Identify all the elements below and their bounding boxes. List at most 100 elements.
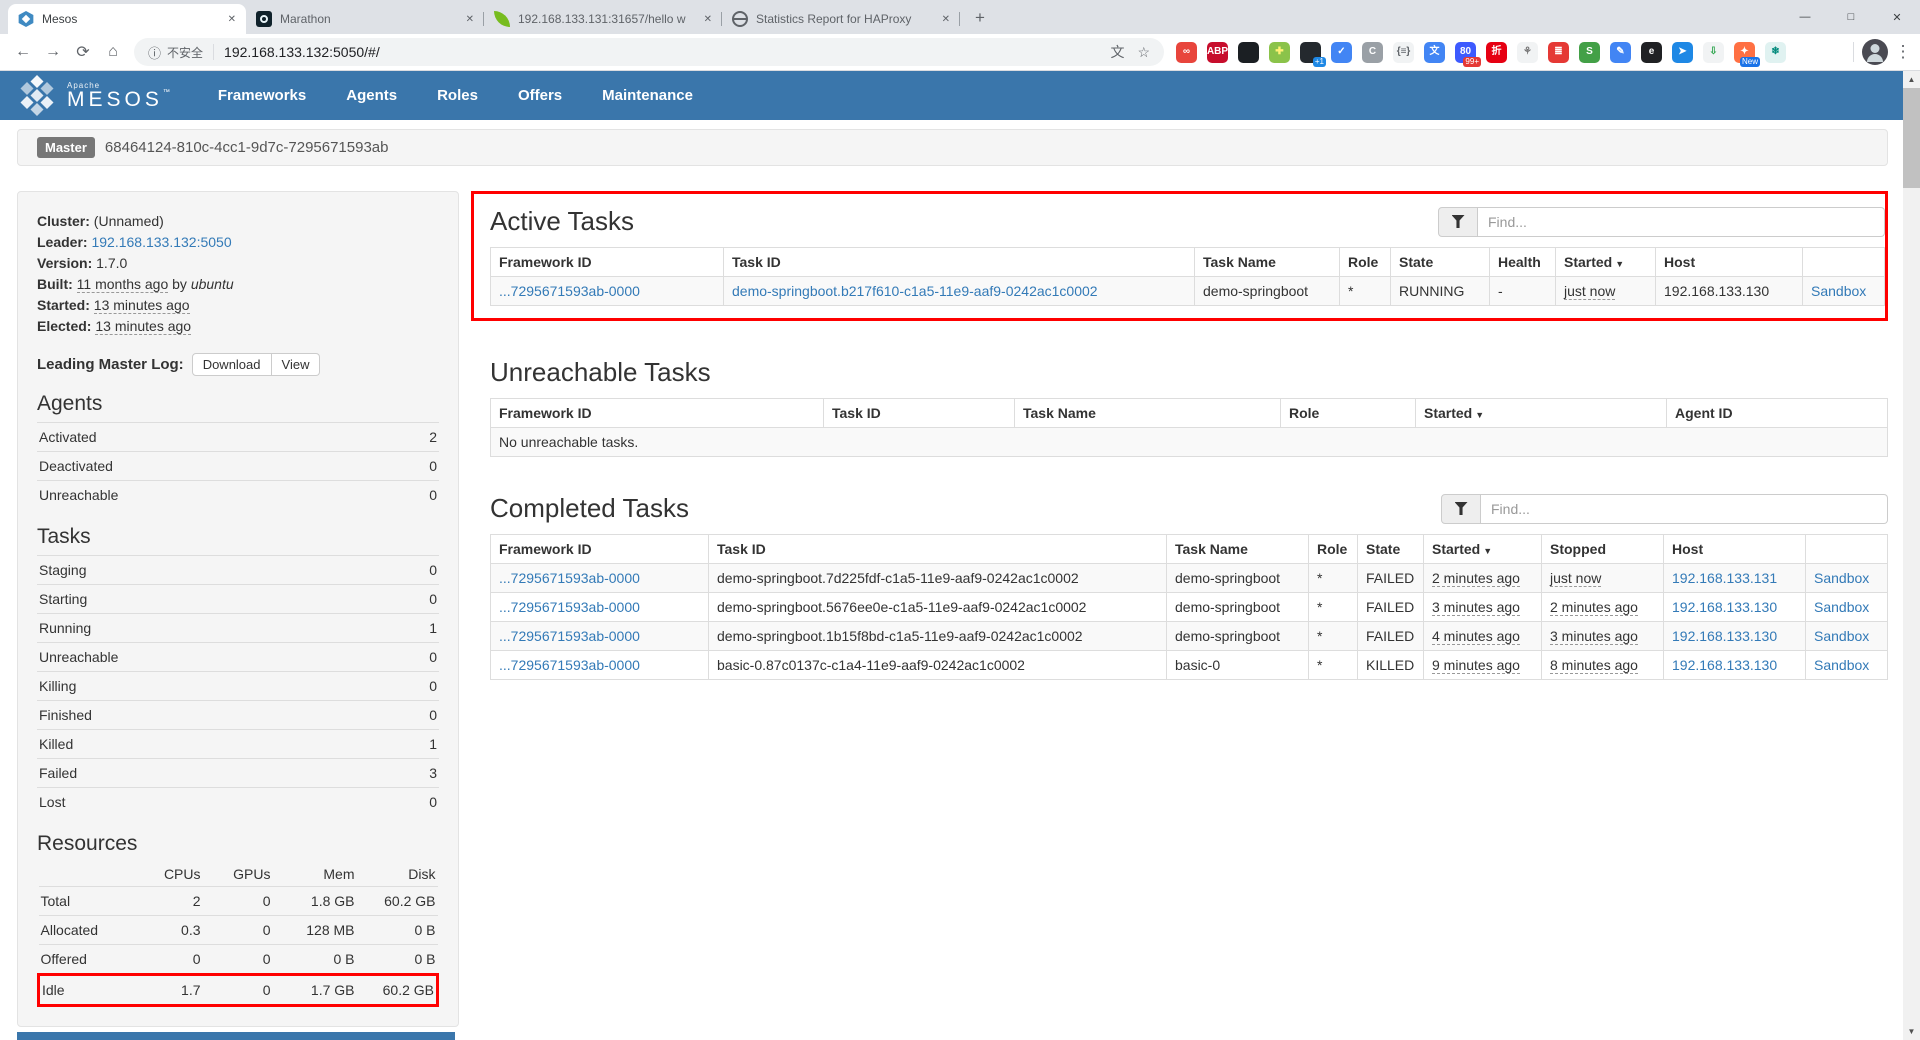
extension-icon[interactable]: 文 bbox=[1424, 42, 1445, 63]
download-log-button[interactable]: Download bbox=[192, 353, 272, 376]
column-header[interactable]: Task ID bbox=[824, 399, 1015, 428]
translate-icon[interactable]: 文 bbox=[1110, 42, 1124, 62]
column-header[interactable] bbox=[1803, 248, 1885, 277]
column-header[interactable]: Task ID bbox=[724, 248, 1195, 277]
view-log-button[interactable]: View bbox=[272, 353, 321, 376]
extension-icon[interactable]: +1 bbox=[1300, 42, 1321, 63]
extension-icon[interactable]: ⚘ bbox=[1517, 42, 1538, 63]
maximize-button[interactable]: □ bbox=[1828, 0, 1874, 34]
extension-icon[interactable] bbox=[1238, 42, 1259, 63]
nav-item[interactable]: Frameworks bbox=[198, 87, 326, 104]
column-header[interactable]: Role bbox=[1340, 248, 1391, 277]
extension-icon[interactable]: ❄ bbox=[1765, 42, 1786, 63]
extension-icon[interactable]: ✦ New bbox=[1734, 42, 1755, 63]
host-link[interactable]: 192.168.133.130 bbox=[1672, 599, 1777, 615]
sandbox-link[interactable]: Sandbox bbox=[1814, 657, 1869, 673]
column-header[interactable]: Framework ID bbox=[491, 248, 724, 277]
column-header[interactable]: Task Name bbox=[1015, 399, 1281, 428]
extension-icon[interactable]: ✎ bbox=[1610, 42, 1631, 63]
column-header[interactable]: Host bbox=[1656, 248, 1803, 277]
column-header[interactable]: Host bbox=[1664, 535, 1806, 564]
framework-link[interactable]: ...7295671593ab-0000 bbox=[499, 570, 640, 586]
new-tab-button[interactable]: + bbox=[966, 4, 994, 32]
back-icon[interactable]: ← bbox=[8, 37, 38, 67]
tab-close-icon[interactable] bbox=[228, 14, 236, 25]
extension-icon[interactable]: ∞ bbox=[1176, 42, 1197, 63]
nav-item[interactable]: Roles bbox=[417, 87, 498, 104]
extension-icon[interactable]: ≣ bbox=[1548, 42, 1569, 63]
nav-item[interactable]: Agents bbox=[326, 87, 417, 104]
host-link[interactable]: 192.168.133.131 bbox=[1672, 570, 1777, 586]
column-header[interactable]: Framework ID bbox=[491, 535, 709, 564]
tab-close-icon[interactable] bbox=[704, 14, 712, 25]
find-input[interactable] bbox=[1481, 494, 1888, 524]
extension-icon[interactable]: ⇩ bbox=[1703, 42, 1724, 63]
column-header[interactable]: Stopped bbox=[1542, 535, 1664, 564]
divider bbox=[1853, 42, 1854, 62]
framework-link[interactable]: ...7295671593ab-0000 bbox=[499, 628, 640, 644]
extension-icon[interactable]: ➤ bbox=[1672, 42, 1693, 63]
framework-link[interactable]: ...7295671593ab-0000 bbox=[499, 283, 640, 299]
minimize-button[interactable]: — bbox=[1782, 0, 1828, 34]
window-close-button[interactable]: ✕ bbox=[1874, 0, 1920, 34]
extension-icon[interactable]: 折 bbox=[1486, 42, 1507, 63]
info-icon[interactable]: ⓘ bbox=[148, 43, 161, 62]
mesos-logo[interactable]: Apache MESOS™ bbox=[17, 74, 174, 118]
browser-menu-icon[interactable] bbox=[1894, 39, 1912, 65]
extension-icon[interactable]: e bbox=[1641, 42, 1662, 63]
sandbox-link[interactable]: Sandbox bbox=[1814, 570, 1869, 586]
scroll-down-arrow[interactable]: ▼ bbox=[1903, 1023, 1920, 1040]
stopped-time: 8 minutes ago bbox=[1550, 657, 1638, 674]
framework-link[interactable]: ...7295671593ab-0000 bbox=[499, 599, 640, 615]
extension-icon[interactable]: S bbox=[1579, 42, 1600, 63]
sandbox-link[interactable]: Sandbox bbox=[1814, 599, 1869, 615]
reload-icon[interactable]: ⟳ bbox=[68, 37, 98, 67]
browser-tab[interactable]: Statistics Report for HAProxy bbox=[722, 4, 960, 34]
host-link[interactable]: 192.168.133.130 bbox=[1672, 657, 1777, 673]
page-scrollbar[interactable]: ▲ ▼ bbox=[1903, 71, 1920, 1040]
browser-tab[interactable]: 192.168.133.131:31657/hello w bbox=[484, 4, 722, 34]
scrollbar-thumb[interactable] bbox=[1903, 88, 1920, 188]
forward-icon[interactable]: → bbox=[38, 37, 68, 67]
column-header-started[interactable]: Started▼ bbox=[1424, 535, 1542, 564]
tab-close-icon[interactable] bbox=[466, 14, 474, 25]
tab-close-icon[interactable] bbox=[942, 14, 950, 25]
column-header[interactable]: Task Name bbox=[1167, 535, 1309, 564]
home-icon[interactable]: ⌂ bbox=[98, 37, 128, 67]
column-header[interactable]: Task Name bbox=[1195, 248, 1340, 277]
column-header[interactable]: Framework ID bbox=[491, 399, 824, 428]
bookmark-star-icon[interactable]: ☆ bbox=[1137, 44, 1150, 61]
extension-icon[interactable]: C bbox=[1362, 42, 1383, 63]
extension-icon[interactable]: ✚ bbox=[1269, 42, 1290, 63]
scroll-up-arrow[interactable]: ▲ bbox=[1903, 71, 1920, 88]
column-header[interactable]: Task ID bbox=[709, 535, 1167, 564]
task-link[interactable]: demo-springboot.b217f610-c1a5-11e9-aaf9-… bbox=[732, 283, 1098, 299]
profile-avatar[interactable] bbox=[1862, 39, 1888, 65]
browser-tab[interactable]: Mesos bbox=[8, 4, 246, 34]
column-header[interactable]: Role bbox=[1309, 535, 1358, 564]
framework-link[interactable]: ...7295671593ab-0000 bbox=[499, 657, 640, 673]
host-link[interactable]: 192.168.133.130 bbox=[1672, 628, 1777, 644]
leader-link[interactable]: 192.168.133.132:5050 bbox=[91, 234, 231, 250]
browser-tab[interactable]: Marathon bbox=[246, 4, 484, 34]
column-header-started[interactable]: Started▼ bbox=[1556, 248, 1656, 277]
column-header[interactable]: Health bbox=[1490, 248, 1556, 277]
column-header-started[interactable]: Started▼ bbox=[1416, 399, 1667, 428]
column-header[interactable]: Role bbox=[1281, 399, 1416, 428]
find-input[interactable] bbox=[1478, 207, 1885, 237]
column-header[interactable]: State bbox=[1358, 535, 1424, 564]
extension-icon[interactable]: ✓ bbox=[1331, 42, 1352, 63]
url-text[interactable]: 192.168.133.132:5050/#/ bbox=[224, 44, 1110, 60]
sandbox-link[interactable]: Sandbox bbox=[1814, 628, 1869, 644]
extension-icon[interactable]: ABP bbox=[1207, 42, 1228, 63]
column-header[interactable] bbox=[1806, 535, 1888, 564]
sandbox-link[interactable]: Sandbox bbox=[1811, 283, 1866, 299]
address-bar[interactable]: ⓘ 不安全 192.168.133.132:5050/#/ 文 ☆ bbox=[134, 38, 1164, 66]
resource-disk: 60.2 GB bbox=[357, 887, 438, 916]
column-header[interactable]: Agent ID bbox=[1667, 399, 1888, 428]
column-header[interactable]: State bbox=[1391, 248, 1490, 277]
extension-icon[interactable]: 80 99+ bbox=[1455, 42, 1476, 63]
nav-item[interactable]: Maintenance bbox=[582, 87, 713, 104]
nav-item[interactable]: Offers bbox=[498, 87, 582, 104]
extension-icon[interactable]: {≡} bbox=[1393, 42, 1414, 63]
